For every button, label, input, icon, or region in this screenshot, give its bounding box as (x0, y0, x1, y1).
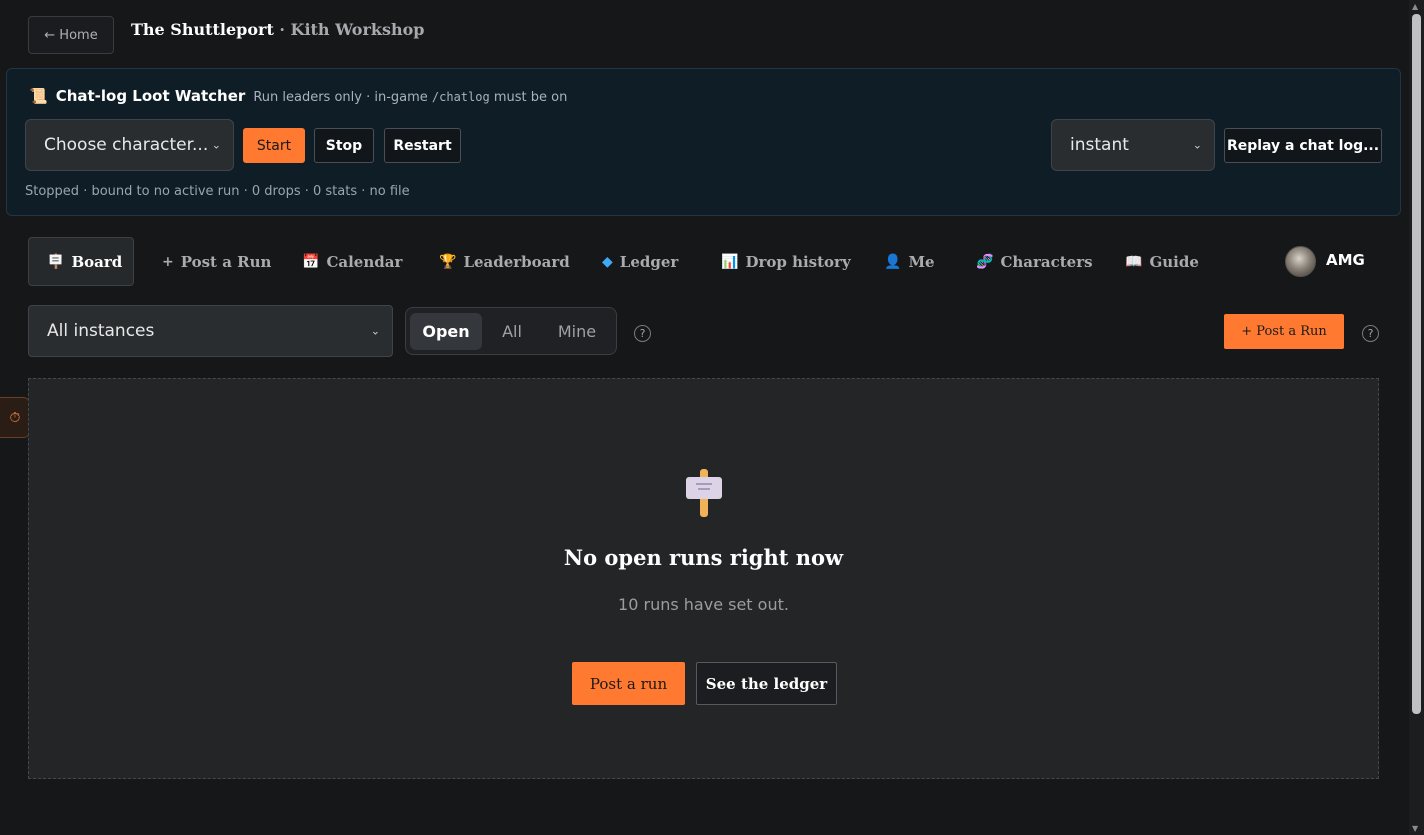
home-button[interactable]: ← Home (28, 16, 114, 54)
tab-leaderboard[interactable]: 🏆 Leaderboard (439, 237, 570, 286)
calendar-icon: 📅 (302, 253, 320, 270)
see-the-ledger-button[interactable]: See the ledger (696, 662, 837, 705)
post-a-run-button[interactable]: + Post a Run (1224, 314, 1344, 349)
watcher-note-suffix: must be on (493, 90, 568, 105)
tab-drop-history[interactable]: 📊 Drop history (721, 237, 851, 286)
scroll-down-icon[interactable]: ▼ (1412, 824, 1418, 833)
watcher-note-prefix: Run leaders only · in-game (253, 90, 428, 105)
side-drawer-tab[interactable]: ⏱ (0, 397, 31, 438)
empty-state-subtitle: 10 runs have set out. (618, 595, 789, 614)
start-button[interactable]: Start (243, 128, 305, 163)
watcher-header: 📜 Chat-log Loot Watcher Run leaders only… (29, 87, 567, 105)
tab-leaderboard-label: Leaderboard (463, 252, 570, 271)
scrollbar-thumb[interactable] (1412, 14, 1421, 714)
tab-characters[interactable]: 🧬 Characters (976, 237, 1093, 286)
replay-chat-log-button[interactable]: Replay a chat log... (1224, 128, 1382, 163)
signpost-icon (685, 469, 723, 517)
chevron-down-icon: ⌄ (370, 324, 380, 338)
user-icon: 👤 (884, 253, 902, 270)
instances-select-value: All instances (47, 321, 155, 341)
character-select-value: Choose character... (44, 135, 209, 155)
watcher-status: Stopped · bound to no active run · 0 dro… (25, 184, 410, 199)
chevron-down-icon: ⌄ (211, 138, 221, 152)
tab-guide-label: Guide (1149, 252, 1199, 271)
watcher-note-code: /chatlog (431, 90, 490, 104)
tab-board-label: Board (71, 252, 123, 271)
bar-chart-icon: 📊 (721, 253, 739, 270)
signpost-icon: 🪧 (47, 253, 65, 270)
post-a-run-cta[interactable]: Post a run (572, 662, 685, 705)
tab-post-a-run-label: Post a Run (180, 252, 272, 271)
watcher-title: Chat-log Loot Watcher (55, 87, 246, 105)
filter-open[interactable]: Open (410, 313, 482, 350)
dna-icon: 🧬 (976, 253, 994, 270)
filter-mine[interactable]: Mine (542, 313, 612, 350)
empty-state-title: No open runs right now (563, 545, 844, 570)
tab-me[interactable]: 👤 Me (884, 237, 935, 286)
site-name: The Shuttleport (131, 20, 274, 39)
plus-icon: + (162, 253, 174, 270)
avatar[interactable] (1285, 246, 1316, 277)
help-icon[interactable]: ? (634, 325, 651, 342)
tab-board[interactable]: 🪧 Board (28, 237, 134, 286)
runs-board-empty-state: No open runs right now 10 runs have set … (28, 378, 1379, 779)
timer-icon: ⏱ (9, 409, 21, 426)
tab-drop-history-label: Drop history (745, 252, 851, 271)
diamond-icon: ◆ (602, 253, 613, 270)
scroll-icon: 📜 (29, 87, 48, 105)
tab-ledger-label: Ledger (619, 252, 679, 271)
speed-select[interactable]: instant ⌄ (1051, 119, 1215, 171)
trophy-icon: 🏆 (439, 253, 457, 270)
user-name[interactable]: AMG (1326, 251, 1365, 269)
filter-all[interactable]: All (490, 313, 534, 350)
restart-button[interactable]: Restart (384, 128, 461, 163)
watcher-note: Run leaders only · in-game /chatlog must… (253, 90, 567, 105)
character-select[interactable]: Choose character... ⌄ (25, 119, 234, 171)
scrollbar[interactable]: ▲ ▼ (1409, 0, 1424, 835)
tab-characters-label: Characters (1000, 252, 1093, 271)
instances-select[interactable]: All instances ⌄ (28, 305, 393, 357)
tab-me-label: Me (908, 252, 935, 271)
stop-button[interactable]: Stop (314, 128, 374, 163)
book-icon: 📖 (1125, 253, 1143, 270)
chevron-down-icon: ⌄ (1192, 138, 1202, 152)
site-title: The Shuttleport · Kith Workshop (131, 20, 424, 39)
speed-select-value: instant (1070, 135, 1129, 155)
tab-calendar-label: Calendar (326, 252, 403, 271)
scroll-up-icon[interactable]: ▲ (1412, 2, 1418, 11)
tab-guide[interactable]: 📖 Guide (1125, 237, 1199, 286)
tab-ledger[interactable]: ◆ Ledger (602, 237, 678, 286)
loot-watcher-panel: 📜 Chat-log Loot Watcher Run leaders only… (6, 68, 1401, 216)
tab-post-a-run[interactable]: + Post a Run (162, 237, 271, 286)
site-subtitle: · Kith Workshop (273, 20, 425, 39)
tab-calendar[interactable]: 📅 Calendar (302, 237, 402, 286)
run-filter-segmented-control: Open All Mine (405, 307, 617, 355)
help-icon[interactable]: ? (1362, 325, 1379, 342)
